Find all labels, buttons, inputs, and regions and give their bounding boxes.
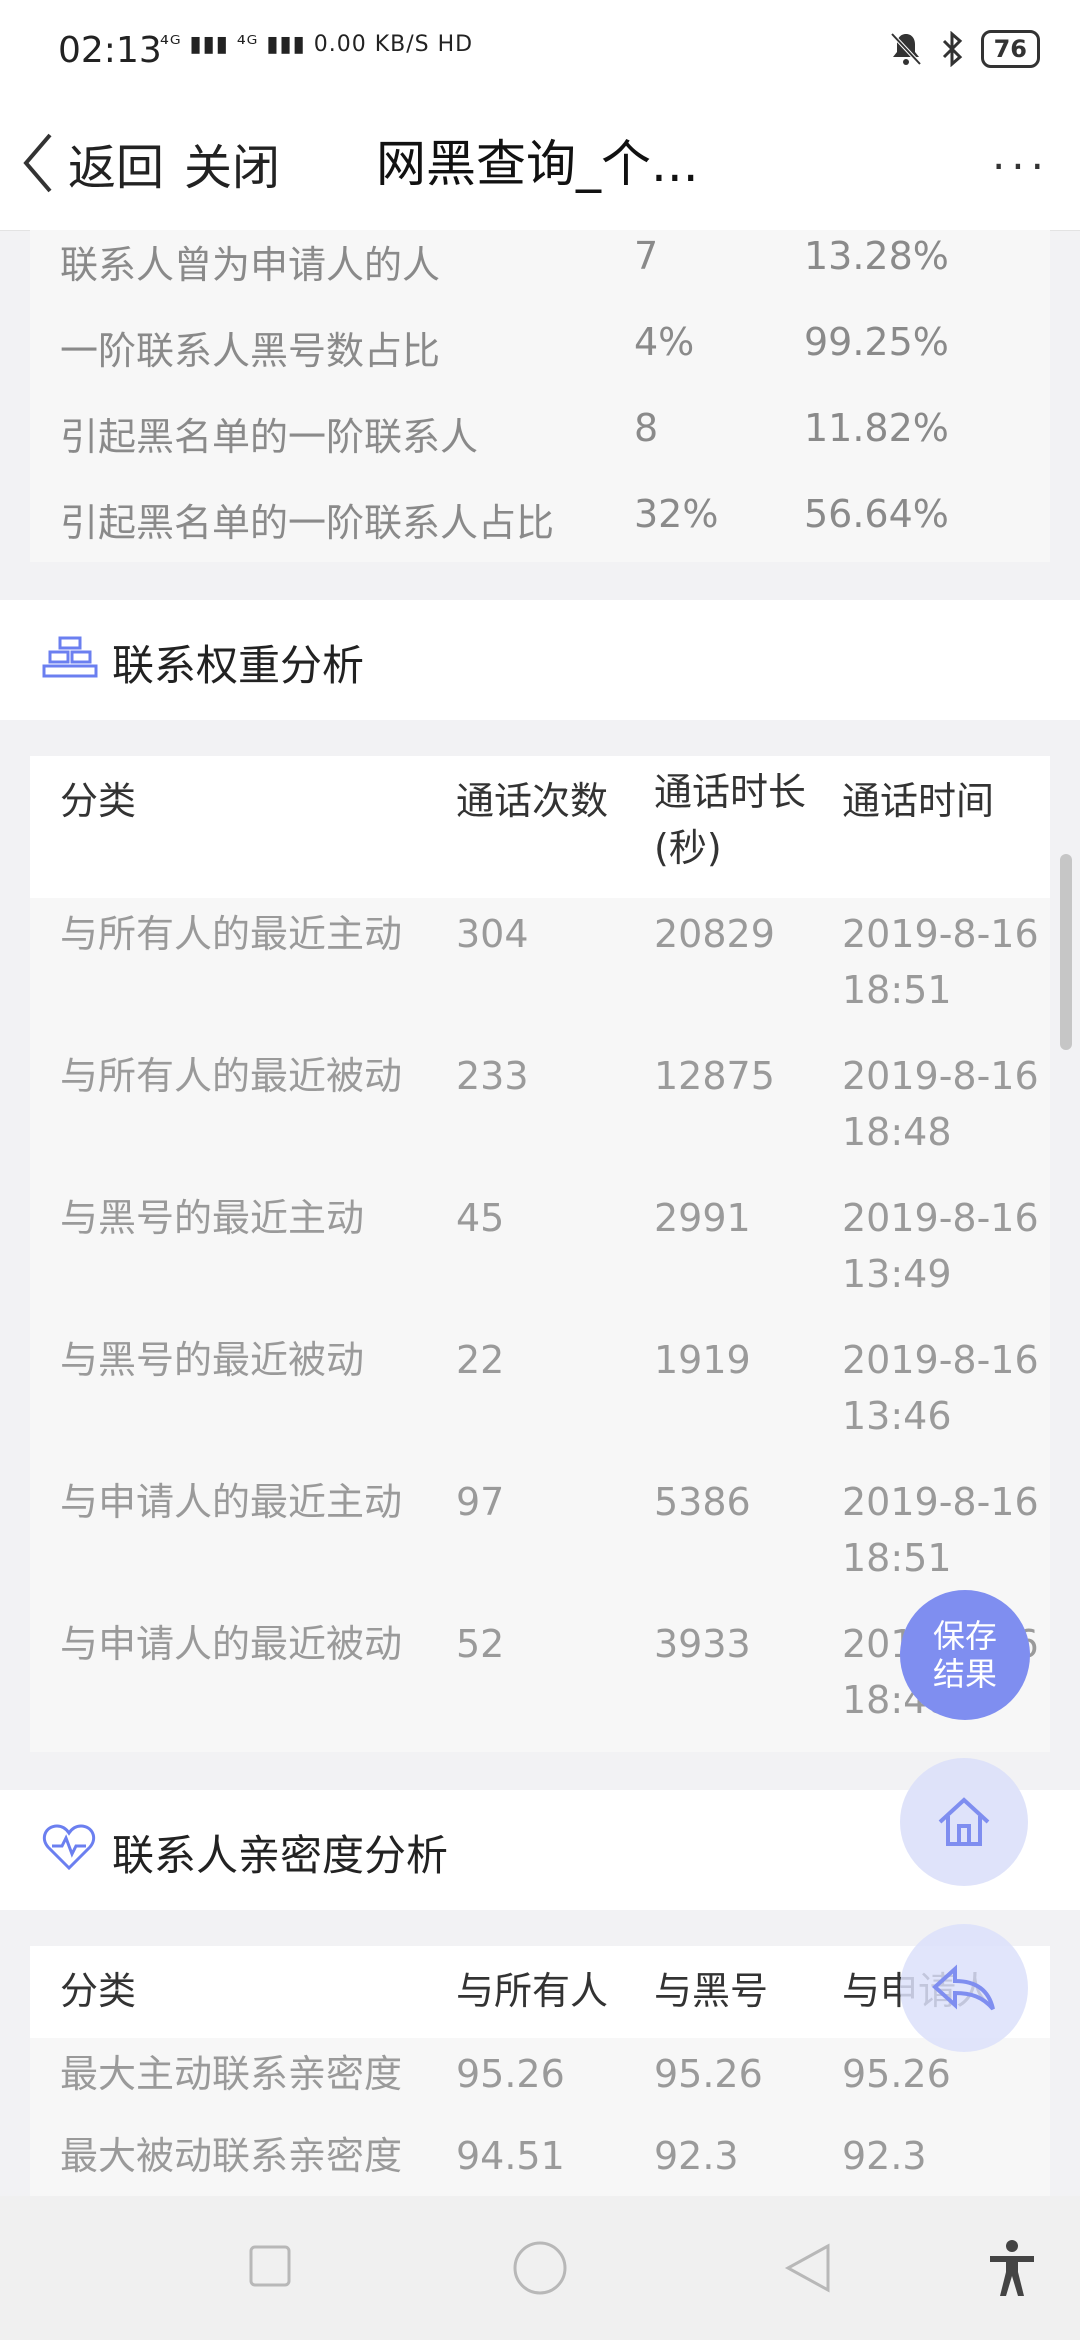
column-header: 通话时间 — [842, 779, 995, 823]
status-bar: 02:13 ⁴ᴳ ▮▮▮ ⁴ᴳ ▮▮▮ 0.00 KB/S HD 76 — [0, 0, 1080, 106]
cell-category: 与所有人的最近主动 — [60, 912, 403, 956]
section-title: 联系权重分析 — [112, 641, 365, 690]
column-header: 通话次数 — [456, 779, 609, 823]
cell-applicant: 92.3 — [842, 2134, 927, 2178]
table-header-row: 分类 与所有人 与黑号 与申请人 — [30, 1946, 1050, 2038]
cell-black: 92.3 — [654, 2134, 739, 2178]
nav-bar: 返回 关闭 网黑查询_个... ··· — [0, 106, 1080, 231]
cell-count: 97 — [456, 1480, 505, 1524]
row-value: 7 — [634, 234, 659, 278]
cell-date: 2019-8-16 — [842, 1196, 1039, 1240]
column-header: 分类 — [60, 779, 137, 823]
recent-apps-icon[interactable] — [248, 2244, 292, 2288]
cell-date: 2019-8-16 — [842, 912, 1039, 956]
cell-date: 2019-8-16 — [842, 1480, 1039, 1524]
cell-count: 233 — [456, 1054, 529, 1098]
weight-table: 分类 通话次数 通话时长(秒) 通话时间 与所有人的最近主动 304 20829… — [30, 756, 1050, 1752]
mute-bell-icon — [890, 32, 922, 66]
row-percent: 99.25% — [804, 320, 949, 364]
row-percent: 13.28% — [804, 234, 949, 278]
cell-duration: 20829 — [654, 912, 775, 956]
cell-all: 94.51 — [456, 2134, 565, 2178]
cell-category: 与申请人的最近主动 — [60, 1480, 403, 1524]
cell-category: 最大主动联系亲密度 — [60, 2052, 403, 2096]
save-label-line2: 结果 — [932, 1655, 997, 1693]
cell-category: 与黑号的最近主动 — [60, 1196, 365, 1240]
status-time: 02:13 — [58, 30, 162, 71]
row-value: 8 — [634, 406, 659, 450]
home-button[interactable] — [900, 1758, 1028, 1886]
battery-indicator: 76 — [980, 30, 1040, 68]
back-fab-button[interactable] — [900, 1924, 1028, 2052]
heart-icon — [42, 1824, 96, 1871]
column-header: 通话时长(秒) — [654, 770, 807, 870]
home-circle-icon[interactable] — [512, 2240, 568, 2296]
table-body: 最大主动联系亲密度 95.26 95.26 95.26 最大被动联系亲密度 94… — [30, 2038, 1050, 2196]
table-header-row: 分类 通话次数 通话时长(秒) 通话时间 — [30, 756, 1050, 898]
more-menu-button[interactable]: ··· — [992, 142, 1050, 191]
cell-time: 18:51 — [842, 968, 952, 1012]
home-icon — [938, 1797, 990, 1846]
reply-arrow-icon — [932, 1964, 995, 2011]
row-value: 4% — [634, 320, 695, 364]
table-body: 与所有人的最近主动 304 20829 2019-8-16 18:51 与所有人… — [30, 898, 1050, 1752]
cell-all: 95.26 — [456, 2052, 565, 2096]
status-right: 76 — [889, 30, 1040, 68]
blacklist-stats-card: 联系人曾为申请人的人 7 13.28% 一阶联系人黑号数占比 4% 99.25%… — [30, 230, 1050, 562]
chevron-left-icon — [23, 133, 52, 193]
save-result-button[interactable]: 保存 结果 — [900, 1590, 1030, 1720]
cell-duration: 2991 — [654, 1196, 751, 1240]
cell-time: 18:48 — [842, 1110, 952, 1154]
cell-date: 2019-8-16 — [842, 1338, 1039, 1382]
column-header: 与黑号 — [654, 1969, 769, 2013]
cell-count: 52 — [456, 1622, 505, 1666]
cell-time: 13:49 — [842, 1252, 952, 1296]
back-button[interactable]: 返回 — [20, 128, 164, 198]
scrollbar[interactable] — [1060, 854, 1072, 1050]
cell-duration: 3933 — [654, 1622, 751, 1666]
cell-time: 18:51 — [842, 1536, 952, 1580]
cell-category: 与申请人的最近被动 — [60, 1622, 403, 1666]
row-label: 引起黑名单的一阶联系人 — [60, 415, 479, 459]
system-nav-bar — [0, 2196, 1080, 2340]
cell-applicant: 95.26 — [842, 2052, 951, 2096]
close-button[interactable]: 关闭 — [184, 128, 280, 198]
row-percent: 56.64% — [804, 492, 949, 536]
row-label: 一阶联系人黑号数占比 — [60, 329, 441, 373]
column-header: 分类 — [60, 1969, 137, 2013]
row-label: 联系人曾为申请人的人 — [60, 243, 441, 287]
column-header: 与所有人 — [456, 1969, 609, 2013]
page-title: 网黑查询_个... — [376, 135, 699, 193]
cell-category: 最大被动联系亲密度 — [60, 2134, 403, 2178]
network-indicators: ⁴ᴳ ▮▮▮ ⁴ᴳ ▮▮▮ 0.00 KB/S HD — [160, 32, 474, 57]
row-percent: 11.82% — [804, 406, 949, 450]
intimacy-table: 分类 与所有人 与黑号 与申请人 最大主动联系亲密度 95.26 95.26 9… — [30, 1946, 1050, 2196]
cell-duration: 5386 — [654, 1480, 751, 1524]
cell-count: 304 — [456, 912, 529, 956]
back-label: 返回 — [68, 140, 165, 196]
row-label: 引起黑名单的一阶联系人占比 — [60, 501, 555, 545]
weight-section-header: 联系权重分析 — [0, 600, 1080, 720]
back-triangle-icon[interactable] — [784, 2242, 832, 2294]
cell-category: 与所有人的最近被动 — [60, 1054, 403, 1098]
cell-count: 45 — [456, 1196, 505, 1240]
bluetooth-icon — [942, 31, 962, 67]
save-label-line1: 保存 — [932, 1617, 997, 1655]
cell-time: 13:46 — [842, 1394, 952, 1438]
cell-duration: 12875 — [654, 1054, 775, 1098]
cell-duration: 1919 — [654, 1338, 751, 1382]
gold-bars-icon — [42, 636, 98, 678]
cell-date: 2019-8-16 — [842, 1054, 1039, 1098]
cell-black: 95.26 — [654, 2052, 763, 2096]
row-value: 32% — [634, 492, 719, 536]
accessibility-icon[interactable] — [986, 2238, 1038, 2298]
cell-category: 与黑号的最近被动 — [60, 1338, 365, 1382]
section-title: 联系人亲密度分析 — [112, 1831, 449, 1880]
cell-count: 22 — [456, 1338, 505, 1382]
